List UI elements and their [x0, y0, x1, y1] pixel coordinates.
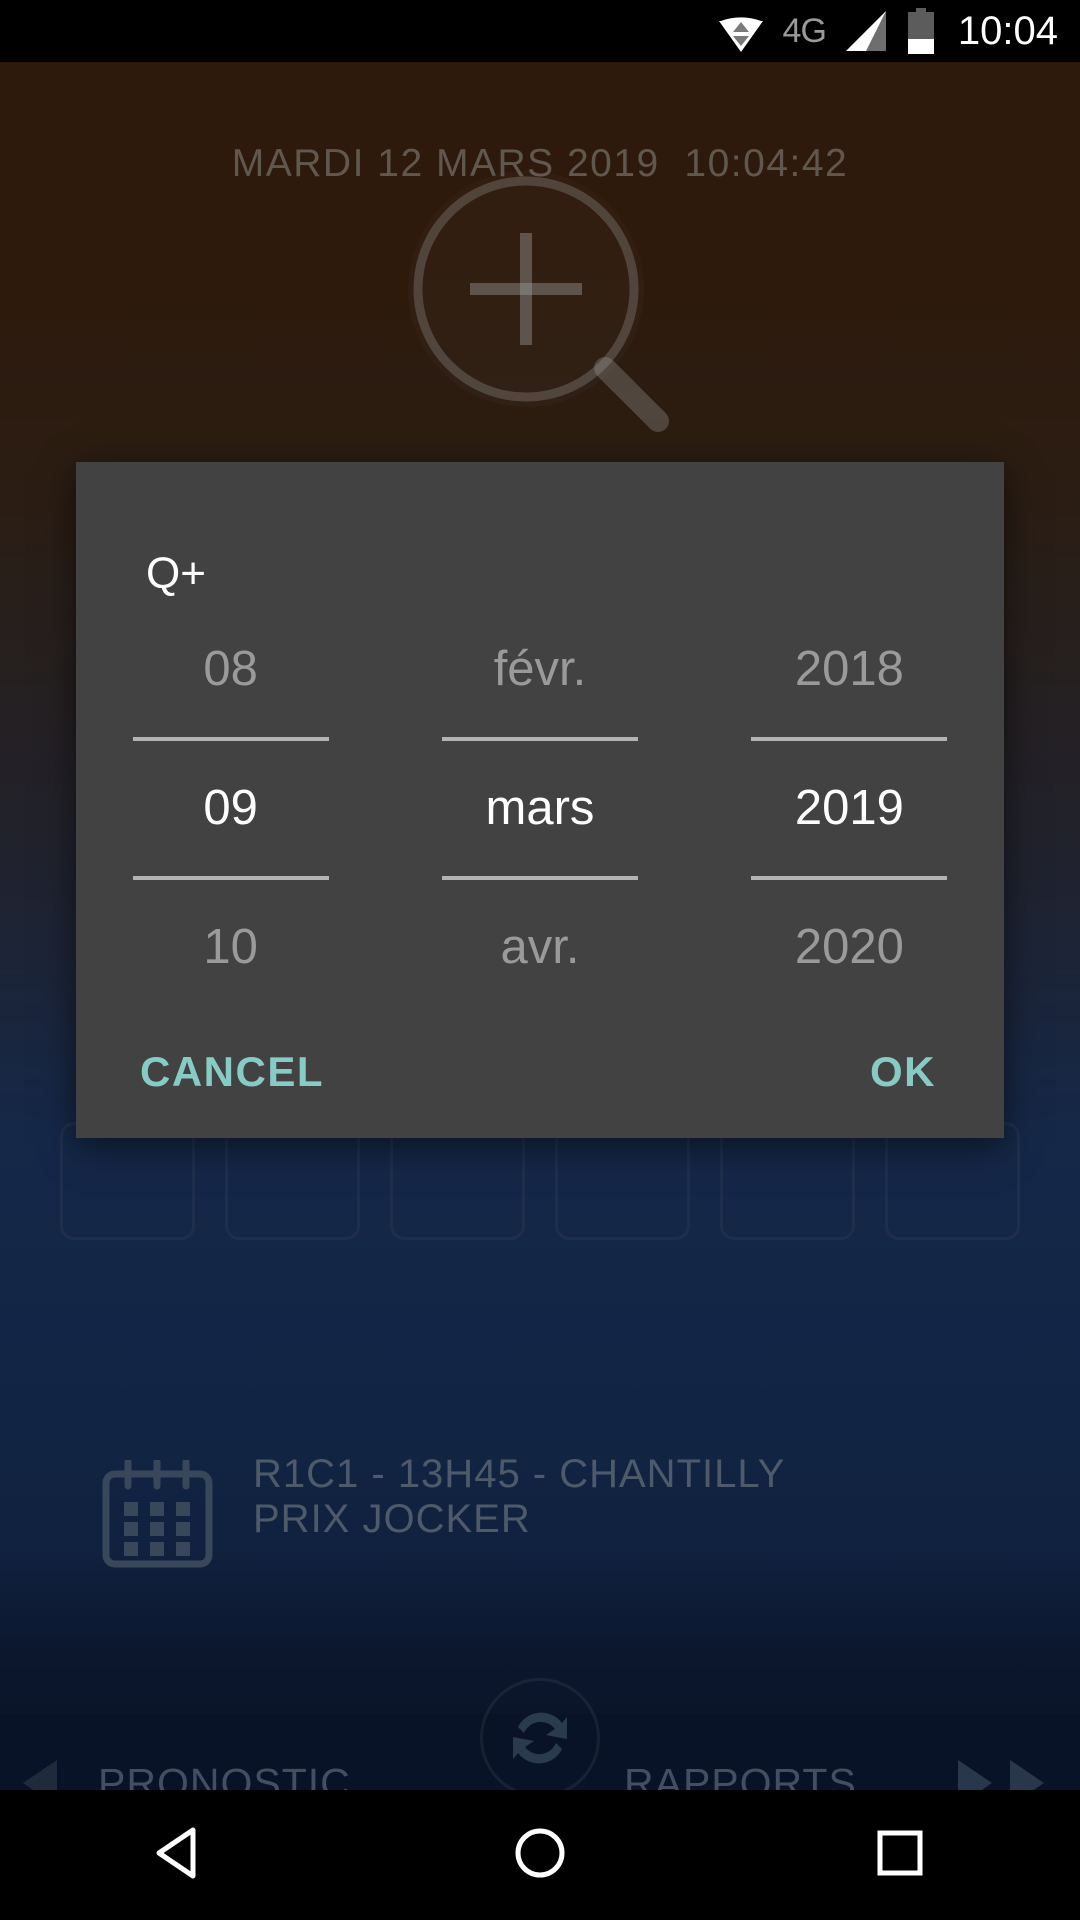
battery-low-icon	[906, 8, 936, 54]
signal-bars-icon	[844, 9, 888, 53]
network-type-label: 4G	[782, 11, 827, 50]
month-selected-value[interactable]: mars	[385, 747, 694, 869]
year-previous-value[interactable]: 2018	[695, 608, 1004, 730]
ok-button[interactable]: OK	[854, 1034, 952, 1110]
back-triangle-icon[interactable]	[151, 1824, 209, 1887]
year-selected-value[interactable]: 2019	[695, 747, 1004, 869]
month-previous-value[interactable]: févr.	[385, 608, 694, 730]
date-picker-dialog: Q+ 08 09 10 févr. mars avr. 2018 2019 20…	[76, 462, 1004, 1138]
year-next-value[interactable]: 2020	[695, 886, 1004, 1008]
dialog-title: Q+	[146, 549, 206, 598]
month-picker-column[interactable]: févr. mars avr.	[385, 608, 694, 1008]
year-picker-column[interactable]: 2018 2019 2020	[695, 608, 1004, 1008]
day-selected-value[interactable]: 09	[76, 747, 385, 869]
cancel-button[interactable]: CANCEL	[124, 1034, 340, 1110]
device-screen: MARDI 12 MARS 2019 10:04:42 R1C1 - 13H45…	[0, 0, 1080, 1920]
status-bar-clock: 10:04	[957, 8, 1058, 53]
status-bar: 4G 10:04	[0, 0, 1080, 62]
month-next-value[interactable]: avr.	[385, 886, 694, 1008]
date-picker[interactable]: 08 09 10 févr. mars avr. 2018 2019 2020	[76, 608, 1004, 1008]
year-divider-top	[751, 730, 948, 747]
dialog-actions: CANCEL OK	[76, 1008, 1004, 1138]
day-divider-bottom	[132, 869, 329, 886]
data-transfer-icon	[717, 8, 765, 54]
day-previous-value[interactable]: 08	[76, 608, 385, 730]
month-divider-top	[441, 730, 638, 747]
day-picker-column[interactable]: 08 09 10	[76, 608, 385, 1008]
year-divider-bottom	[751, 869, 948, 886]
month-divider-bottom	[441, 869, 638, 886]
system-navigation-bar	[0, 1790, 1080, 1920]
day-divider-top	[132, 730, 329, 747]
recents-square-icon[interactable]	[871, 1824, 929, 1887]
day-next-value[interactable]: 10	[76, 886, 385, 1008]
home-circle-icon[interactable]	[511, 1824, 569, 1887]
